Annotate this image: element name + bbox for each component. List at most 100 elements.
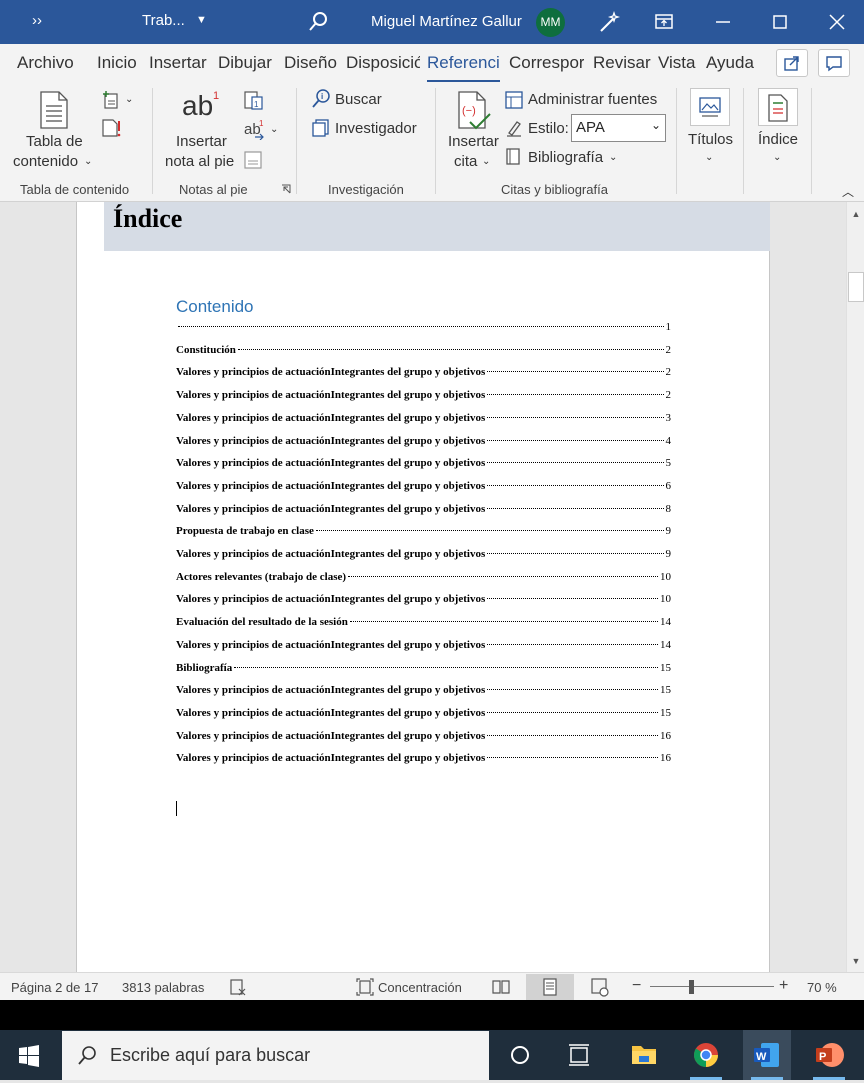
researcher-icon[interactable] [311,118,331,138]
chevron-down-icon[interactable]: ▼ [196,14,207,26]
chevron-down-icon[interactable]: ⌄ [84,152,92,172]
insert-citation-icon[interactable]: (−) [456,90,492,130]
zoom-out-button[interactable]: − [632,977,641,995]
taskbar-powerpoint[interactable]: P [805,1030,853,1080]
taskbar-search-box[interactable]: Escribe aquí para buscar [62,1031,489,1080]
buscar-button[interactable]: Buscar [335,90,382,110]
maximize-icon[interactable] [767,9,793,35]
chevron-down-icon[interactable]: ⌄ [270,120,278,140]
update-table-icon[interactable] [101,118,123,138]
toc-entry[interactable]: Valores y principios de actuaciónIntegra… [176,457,671,472]
vertical-scrollbar[interactable]: ▲ ▼ [846,202,864,972]
web-layout-button[interactable] [576,974,624,1000]
page-count[interactable]: Página 2 de 17 [11,980,98,995]
footnote-ab-icon[interactable]: ab [182,92,213,120]
toc-entry[interactable]: Valores y principios de actuaciónIntegra… [176,684,671,699]
avatar[interactable]: MM [536,8,565,37]
tab-dibujar[interactable]: Dibujar [218,53,272,73]
manage-sources-icon[interactable] [504,90,524,110]
toc-entry[interactable]: Valores y principios de actuaciónIntegra… [176,480,671,495]
print-layout-button[interactable] [526,974,574,1000]
search-icon[interactable] [306,10,330,34]
insert-footnote-label1[interactable]: Insertar [176,132,227,152]
index-button-frame[interactable] [758,88,798,126]
document-page[interactable]: Índice Contenido 1 Constitución 2 Valores y… [76,202,770,972]
captions-button-frame[interactable] [690,88,730,126]
focus-icon[interactable] [356,978,374,996]
bibliography-button[interactable]: Bibliografía [528,148,603,168]
insert-citation-label2[interactable]: cita [454,152,477,172]
zoom-level[interactable]: 70 % [807,980,837,995]
tab-diseno[interactable]: Diseño [284,53,337,73]
tab-correspondencia[interactable]: Correspor [509,53,584,73]
chevron-down-icon[interactable]: ⌄ [609,148,617,168]
table-of-contents-icon[interactable] [38,90,70,130]
tab-referencias[interactable]: Referenci [427,53,500,83]
toc-entry[interactable]: Valores y principios de actuaciónIntegra… [176,503,671,518]
zoom-slider-track[interactable] [650,986,774,987]
share-button[interactable] [776,49,808,77]
scroll-up-icon[interactable]: ▲ [848,206,864,222]
toc-entry[interactable]: Valores y principios de actuaciónIntegra… [176,752,671,767]
captions-label[interactable]: Títulos [688,130,733,150]
focus-mode-button[interactable]: Concentración [378,980,462,995]
user-name[interactable]: Miguel Martínez Gallur [371,13,522,30]
insert-citation-label1[interactable]: Insertar [448,132,499,152]
task-view-button[interactable] [555,1030,603,1080]
tab-inicio[interactable]: Inicio [97,53,137,73]
toc-entry[interactable]: Valores y principios de actuaciónIntegra… [176,389,671,404]
windows-start-icon[interactable] [18,1045,40,1067]
investigador-button[interactable]: Investigador [335,119,417,139]
chevron-down-icon[interactable]: ⌄ [773,148,781,168]
manage-sources-button[interactable]: Administrar fuentes [528,90,657,110]
toc-entry[interactable]: Valores y principios de actuaciónIntegra… [176,412,671,427]
toc-entry[interactable]: Constitución 2 [176,344,671,359]
collapse-ribbon-icon[interactable]: ︿ [842,182,854,202]
toc-entry[interactable]: Valores y principios de actuaciónIntegra… [176,730,671,745]
scroll-down-icon[interactable]: ▼ [848,953,864,969]
toc-entry[interactable]: Valores y principios de actuaciónIntegra… [176,435,671,450]
toc-entry[interactable]: Bibliografía 15 [176,662,671,677]
toc-entry[interactable]: Valores y principios de actuaciónIntegra… [176,548,671,563]
dialog-launcher-icon[interactable] [281,184,291,194]
tab-vista[interactable]: Vista [658,53,696,73]
toc-entry[interactable]: Actores relevantes (trabajo de clase) 10 [176,571,671,586]
style-select[interactable]: APA ⌄ [571,114,666,142]
taskbar-word[interactable]: W [743,1030,791,1080]
insert-endnote-icon[interactable]: 1 [243,90,265,112]
tab-disposicion[interactable]: Disposició [346,53,420,73]
ribbon-display-options-icon[interactable] [651,9,677,35]
bibliography-icon[interactable] [504,146,524,166]
add-text-icon[interactable] [101,90,121,110]
cortana-button[interactable] [496,1030,544,1080]
search-info-icon[interactable]: i [311,88,331,110]
toc-entry[interactable]: Propuesta de trabajo en clase 9 [176,525,671,540]
zoom-slider-thumb[interactable] [689,980,694,994]
toc-entry[interactable]: 1 [176,321,671,336]
magic-wand-icon[interactable] [597,10,621,34]
toc-label-line2[interactable]: contenido [13,152,78,172]
comments-button[interactable] [818,49,850,77]
proofing-icon[interactable] [229,978,247,996]
zoom-in-button[interactable]: + [779,977,788,995]
close-icon[interactable] [824,9,850,35]
insert-footnote-label2[interactable]: nota al pie [165,152,234,172]
toc-label-line1[interactable]: Tabla de [26,132,83,152]
tab-revisar[interactable]: Revisar [593,53,651,73]
chevron-down-icon[interactable]: ⌄ [705,148,713,168]
index-label[interactable]: Índice [758,130,798,150]
toc-entry[interactable]: Valores y principios de actuaciónIntegra… [176,366,671,381]
tab-insertar[interactable]: Insertar [149,53,207,73]
show-notes-icon[interactable] [243,150,263,170]
tab-ayuda[interactable]: Ayuda [706,53,754,73]
toc-entry[interactable]: Evaluación del resultado de la sesión 14 [176,616,671,631]
toc-entry[interactable]: Valores y principios de actuaciónIntegra… [176,707,671,722]
tab-archivo[interactable]: Archivo [17,53,74,73]
word-count[interactable]: 3813 palabras [122,980,204,995]
scroll-thumb[interactable] [848,272,864,302]
next-footnote-icon[interactable]: ab1 [243,118,267,140]
taskbar-file-explorer[interactable] [620,1030,668,1080]
chevron-down-icon[interactable]: ⌄ [125,90,133,110]
taskbar-chrome[interactable] [682,1030,730,1080]
document-name[interactable]: Trab... [142,12,185,29]
